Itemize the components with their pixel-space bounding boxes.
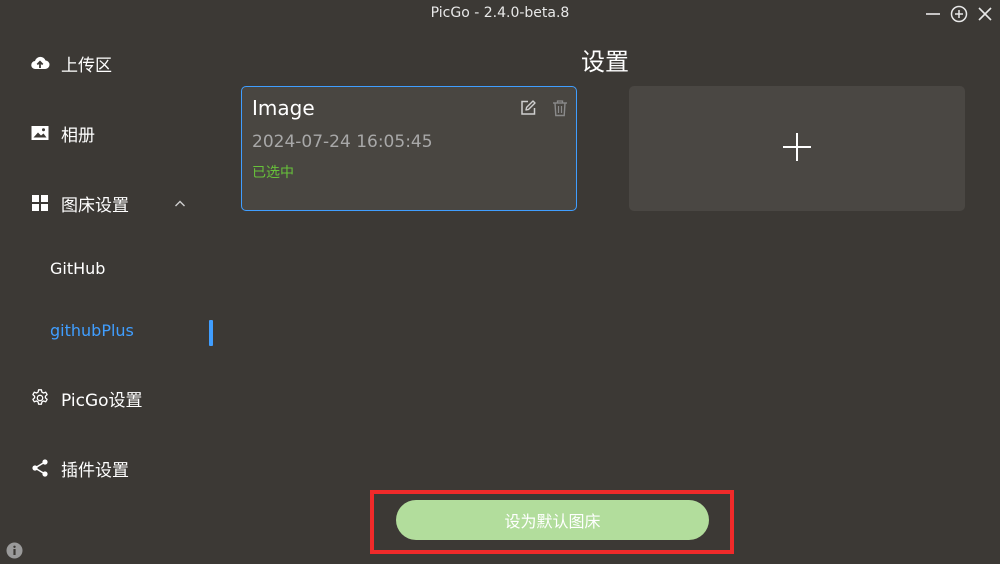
cloud-upload-icon	[30, 53, 50, 73]
window-title: PicGo - 2.4.0-beta.8	[430, 5, 570, 21]
sidebar-item-label: 图床设置	[61, 195, 129, 216]
config-status-badge: 已选中	[252, 165, 294, 181]
minimize-icon[interactable]	[923, 4, 943, 24]
sidebar-subitem-github[interactable]: GitHub	[50, 257, 105, 281]
info-icon[interactable]	[6, 542, 23, 559]
active-indicator	[209, 320, 213, 346]
sidebar-item-picgo-settings[interactable]: PicGo设置	[30, 385, 143, 411]
gear-icon	[30, 388, 50, 408]
chevron-up-icon[interactable]	[173, 196, 187, 210]
sidebar-item-plugin-settings[interactable]: 插件设置	[30, 455, 129, 481]
sidebar: 上传区 相册 图床设置 GitHub githubPlus PicGo设置 插件…	[0, 28, 215, 564]
config-card[interactable]: Image 2024-07-24 16:05:45 已选中	[241, 86, 577, 211]
add-config-button[interactable]	[629, 86, 965, 211]
title-bar: PicGo - 2.4.0-beta.8	[0, 0, 1000, 28]
close-icon[interactable]	[975, 4, 995, 24]
config-name: Image	[252, 96, 315, 120]
maximize-icon[interactable]	[949, 4, 969, 24]
sidebar-item-upload[interactable]: 上传区	[30, 50, 112, 76]
sidebar-item-label: 上传区	[61, 55, 112, 76]
sidebar-item-label: 相册	[61, 125, 95, 146]
config-date: 2024-07-24 16:05:45	[252, 132, 433, 152]
sidebar-item-label: 插件设置	[61, 460, 129, 481]
plus-icon	[781, 131, 813, 167]
image-icon	[30, 123, 50, 143]
sidebar-item-picbed-settings[interactable]: 图床设置	[30, 190, 129, 216]
edit-icon[interactable]	[519, 99, 537, 117]
sidebar-item-label: PicGo设置	[61, 390, 143, 411]
sidebar-subitem-githubplus[interactable]: githubPlus	[50, 319, 134, 343]
page-title: 设置	[581, 48, 629, 76]
sidebar-item-gallery[interactable]: 相册	[30, 120, 95, 146]
share-icon	[30, 458, 50, 478]
grid-icon	[30, 193, 50, 213]
delete-icon[interactable]	[551, 99, 569, 117]
set-default-picbed-button[interactable]: 设为默认图床	[396, 500, 709, 540]
